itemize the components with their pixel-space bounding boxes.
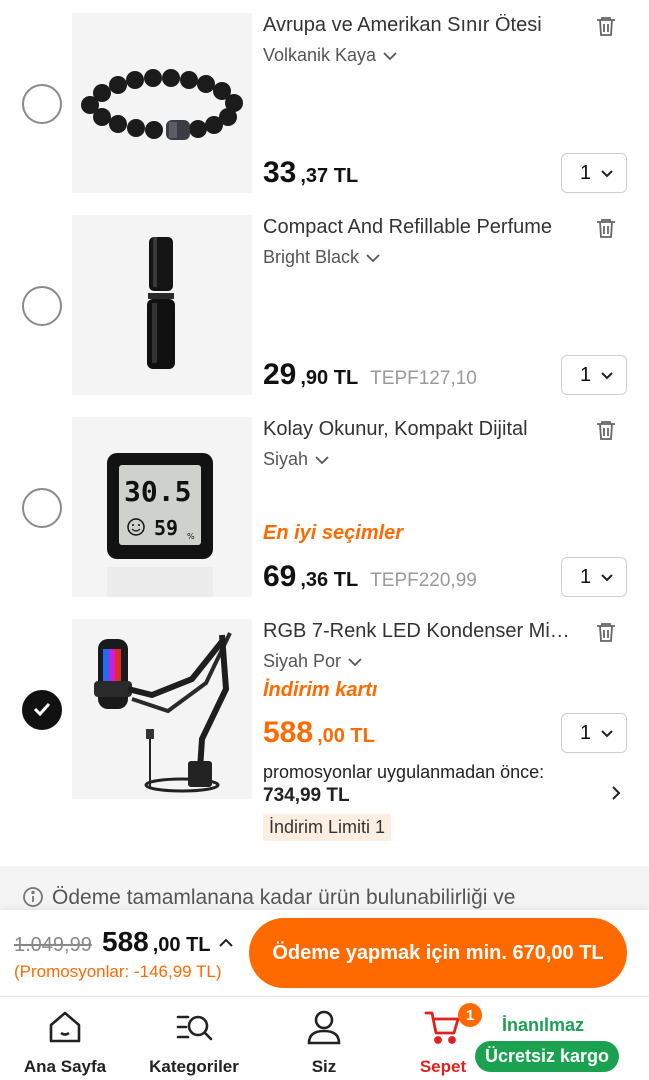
pre-promo-value: 734,99 TL	[263, 785, 350, 806]
trash-icon[interactable]	[594, 418, 618, 442]
price-int: 588	[263, 716, 314, 749]
variant-label: Bright Black	[263, 247, 360, 267]
variant-selector[interactable]: Siyah	[263, 449, 330, 470]
quantity-select[interactable]: 1	[561, 713, 627, 753]
cart-count-badge: 1	[458, 1003, 482, 1027]
select-radio[interactable]	[22, 286, 62, 326]
product-image-hygrometer[interactable]: 30.5 59 %	[72, 417, 252, 597]
chevron-down-icon	[383, 51, 397, 60]
select-radio[interactable]	[22, 84, 62, 124]
checkout-bar: 1.049,99 588,00 TL (Promosyonlar: -146,9…	[0, 910, 649, 996]
categories-search-icon	[176, 1015, 213, 1041]
display-temp: 30.5	[124, 475, 191, 508]
nav-profile[interactable]: Siz	[269, 1007, 379, 1077]
price: 33,37 TL	[263, 156, 358, 190]
display-humidity: 59	[154, 516, 178, 540]
discount-card-tag: İndirim kartı	[263, 679, 378, 701]
price-dec: ,90 TL	[300, 367, 359, 389]
cart-item: Avrupa ve Amerikan Sınır Ötesi Volkanik …	[0, 0, 649, 202]
price-int: 29	[263, 358, 297, 391]
nav-profile-label: Siz	[311, 1057, 337, 1076]
nav-categories[interactable]: Kategoriler	[139, 1007, 249, 1077]
original-price: TEPF127,10	[370, 368, 477, 389]
variant-label: Volkanik Kaya	[263, 45, 377, 65]
price-int: 33	[263, 156, 297, 189]
promo-summary: (Promosyonlar: -146,99 TL)	[14, 962, 222, 981]
cart-icon	[424, 1011, 460, 1044]
info-icon	[23, 887, 43, 907]
chevron-down-icon	[348, 657, 362, 666]
product-image-bracelet[interactable]	[72, 13, 252, 193]
quantity-value: 1	[580, 363, 592, 386]
chevron-down-icon	[315, 455, 329, 464]
quantity-value: 1	[580, 721, 592, 744]
price: 69,36 TL TEPF220,99	[263, 560, 477, 594]
cart-item: Compact And Refillable Perfume Bright Bl…	[0, 202, 649, 404]
quantity-value: 1	[580, 161, 592, 184]
product-title[interactable]: Kolay Okunur, Kompakt Dijital	[263, 418, 573, 441]
checkout-button[interactable]: Ödeme yapmak için min. 670,00 TL	[249, 918, 627, 988]
nav-home-label: Ana Sayfa	[23, 1057, 107, 1076]
price-dec: ,00 TL	[317, 725, 375, 747]
free-shipping-badge[interactable]: Ücretsiz kargo	[475, 1041, 620, 1072]
product-title[interactable]: Avrupa ve Amerikan Sınır Ötesi	[263, 14, 573, 37]
best-choice-tag: En iyi seçimler	[263, 522, 404, 544]
variant-selector[interactable]: Siyah Por	[263, 651, 363, 672]
product-image-microphone[interactable]	[72, 619, 252, 799]
product-image-perfume[interactable]	[72, 215, 252, 395]
trash-icon[interactable]	[594, 14, 618, 38]
pre-promo-label: promosyonlar uygulanmadan önce:	[263, 762, 545, 782]
trash-icon[interactable]	[594, 620, 618, 644]
nav-categories-label: Kategoriler	[149, 1057, 239, 1076]
total-dec: ,00 TL	[152, 934, 211, 956]
price-int: 69	[263, 560, 297, 593]
price: 588,00 TL	[263, 716, 375, 750]
check-icon	[33, 702, 51, 716]
trash-icon[interactable]	[594, 216, 618, 240]
chevron-down-icon	[601, 729, 613, 737]
user-icon	[307, 1010, 341, 1045]
nav-home[interactable]: Ana Sayfa	[10, 1007, 120, 1077]
product-title[interactable]: Compact And Refillable Perfume	[263, 216, 573, 239]
quantity-select[interactable]: 1	[561, 557, 627, 597]
total-price[interactable]: 588,00 TL	[102, 926, 211, 958]
price: 29,90 TL TEPF127,10	[263, 358, 477, 392]
chevron-down-icon	[366, 253, 380, 262]
original-price: TEPF220,99	[370, 570, 477, 591]
select-radio-checked[interactable]	[22, 690, 62, 730]
bottom-nav: Ana Sayfa Kategoriler Siz 1 Sepet İnanıl…	[0, 996, 649, 1080]
availability-text: Ödeme tamamlanana kadar ürün bulunabilir…	[52, 886, 516, 909]
quantity-value: 1	[580, 565, 592, 588]
chevron-down-icon	[601, 371, 613, 379]
pre-promo-price[interactable]: promosyonlar uygulanmadan önce: 734,99 T…	[263, 760, 544, 808]
product-title[interactable]: RGB 7-Renk LED Kondenser Mikrofon	[263, 620, 573, 643]
chevron-right-icon[interactable]	[610, 784, 622, 802]
variant-selector[interactable]: Volkanik Kaya	[263, 45, 398, 66]
home-icon	[49, 1011, 81, 1043]
select-radio[interactable]	[22, 488, 62, 528]
variant-selector[interactable]: Bright Black	[263, 247, 381, 268]
variant-label: Siyah	[263, 449, 309, 469]
old-total: 1.049,99	[14, 934, 92, 956]
price-dec: ,36 TL	[300, 569, 359, 591]
quantity-select[interactable]: 1	[561, 153, 627, 193]
free-shipping-promo-title[interactable]: İnanılmaz	[502, 1015, 584, 1036]
chevron-down-icon	[601, 573, 613, 581]
variant-label: Siyah Por	[263, 651, 342, 671]
discount-limit-badge: İndirim Limiti 1	[263, 814, 392, 841]
chevron-up-icon[interactable]	[218, 938, 234, 948]
chevron-down-icon	[601, 169, 613, 177]
quantity-select[interactable]: 1	[561, 355, 627, 395]
cart-item: 30.5 59 % Kolay Okunur, Kompakt Dijital …	[0, 404, 649, 606]
price-dec: ,37 TL	[300, 165, 359, 187]
display-unit: %	[187, 532, 195, 541]
availability-notice: Ödeme tamamlanana kadar ürün bulunabilir…	[0, 866, 649, 910]
total-int: 588	[102, 926, 149, 957]
